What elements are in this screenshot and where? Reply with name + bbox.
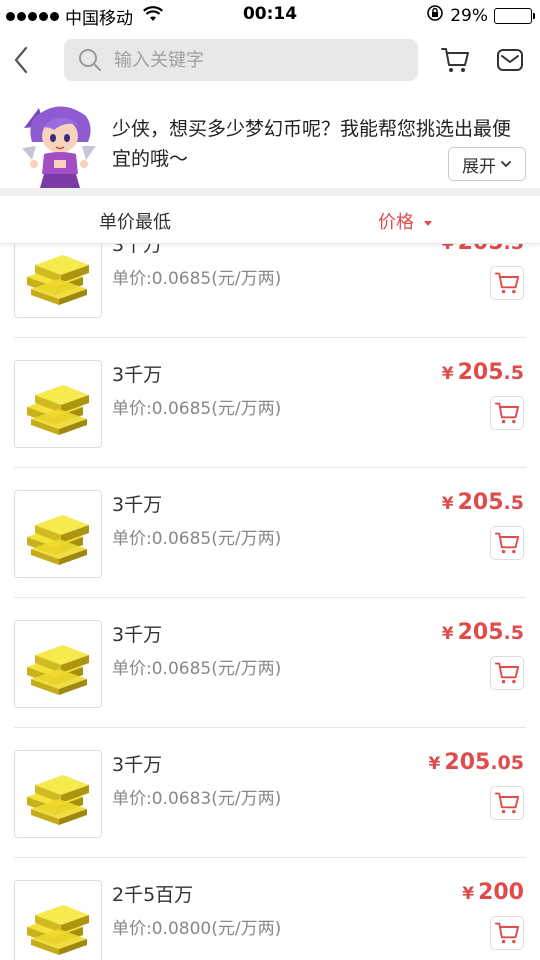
gold-bars-icon xyxy=(27,385,89,435)
listing-price: ¥205.5 xyxy=(442,490,524,515)
battery-percent: 29% xyxy=(450,5,488,26)
listing-thumbnail xyxy=(14,490,102,578)
gold-bars-icon xyxy=(27,645,89,695)
sort-unit-price[interactable]: 单价最低 xyxy=(0,208,270,234)
listing-thumbnail xyxy=(14,360,102,448)
search-bar[interactable] xyxy=(64,39,418,81)
price-integer: 205 xyxy=(458,244,504,255)
listing-price: ¥200 xyxy=(462,880,524,905)
status-right: 29% xyxy=(426,4,535,27)
listing-item[interactable]: 3千万 单价:0.0685(元/万两) ¥205.5 xyxy=(0,338,540,468)
currency-symbol: ¥ xyxy=(441,494,454,514)
listing-amount: 2千5百万 xyxy=(112,884,194,906)
listing-item[interactable]: 3千万 单价:0.0683(元/万两) ¥205.05 xyxy=(0,728,540,858)
currency-symbol: ¥ xyxy=(462,884,475,904)
price-decimal: .5 xyxy=(503,362,524,384)
listing-price: ¥205.5 xyxy=(442,244,524,255)
listing-thumbnail xyxy=(14,880,102,960)
price-integer: 205 xyxy=(457,490,504,515)
add-to-cart-button[interactable] xyxy=(490,396,524,430)
listing-item[interactable]: 2千5百万 单价:0.0800(元/万两) ¥200 xyxy=(0,858,540,960)
price-decimal: .5 xyxy=(504,244,524,254)
chevron-left-icon xyxy=(14,46,28,74)
cart-icon xyxy=(494,402,520,424)
add-to-cart-button[interactable] xyxy=(490,526,524,560)
listing-unit-price: 单价:0.0685(元/万两) xyxy=(112,529,282,549)
listing-price: ¥205.5 xyxy=(442,620,524,645)
status-bar: 中国移动 00:14 29% xyxy=(0,0,540,30)
currency-symbol: ¥ xyxy=(441,244,454,254)
listing-thumbnail xyxy=(14,620,102,708)
listing-list: 3千万 单价:0.0685(元/万两) ¥205.5 xyxy=(0,244,540,960)
currency-symbol: ¥ xyxy=(428,754,441,774)
gold-bars-icon xyxy=(27,515,89,565)
cart-icon xyxy=(494,662,520,684)
cart-button[interactable] xyxy=(440,46,470,78)
message-button[interactable] xyxy=(496,47,524,77)
assistant-banner: 少侠，想买多少梦幻币呢？我能帮您挑选出最便宜的哦～ 展开 xyxy=(0,92,540,194)
expand-label: 展开 xyxy=(462,156,496,177)
sort-bar: 单价最低 价格 xyxy=(0,196,540,244)
price-integer: 205 xyxy=(457,360,504,385)
add-to-cart-button[interactable] xyxy=(490,786,524,820)
gold-bars-icon xyxy=(27,905,89,955)
add-to-cart-button[interactable] xyxy=(490,916,524,950)
listing-unit-price: 单价:0.0685(元/万两) xyxy=(112,399,282,419)
listing-amount: 3千万 xyxy=(112,494,163,516)
currency-symbol: ¥ xyxy=(441,364,454,384)
sort-price[interactable]: 价格 xyxy=(270,208,540,234)
listing-unit-price: 单价:0.0800(元/万两) xyxy=(112,919,282,939)
assistant-avatar xyxy=(14,98,104,188)
listing-unit-price: 单价:0.0685(元/万两) xyxy=(112,269,282,289)
back-button[interactable] xyxy=(10,44,34,76)
listing-price: ¥205.5 xyxy=(442,360,524,385)
gold-bars-icon xyxy=(27,775,89,825)
listing-amount: 3千万 xyxy=(112,364,163,386)
add-to-cart-button[interactable] xyxy=(490,266,524,300)
cart-icon xyxy=(494,532,520,554)
section-divider xyxy=(0,188,540,196)
price-decimal: .5 xyxy=(503,492,524,514)
rotation-lock-icon xyxy=(426,4,444,27)
price-integer: 205 xyxy=(444,750,491,775)
currency-symbol: ¥ xyxy=(441,624,454,644)
nav-bar xyxy=(0,30,540,92)
listing-item[interactable]: 3千万 单价:0.0685(元/万两) ¥205.5 xyxy=(0,468,540,598)
listing-amount: 3千万 xyxy=(112,754,163,776)
expand-button[interactable]: 展开 xyxy=(448,147,526,181)
price-integer: 205 xyxy=(457,620,504,645)
listing-thumbnail xyxy=(14,750,102,838)
listing-unit-price: 单价:0.0685(元/万两) xyxy=(112,659,282,679)
listing-unit-price: 单价:0.0683(元/万两) xyxy=(112,789,282,809)
battery-icon xyxy=(494,7,535,24)
mail-icon xyxy=(497,49,523,71)
price-decimal: .5 xyxy=(503,622,524,644)
listing-item[interactable]: 3千万 单价:0.0685(元/万两) ¥205.5 xyxy=(0,244,540,338)
cart-icon xyxy=(494,272,520,294)
price-decimal: .05 xyxy=(490,752,524,774)
listing-thumbnail xyxy=(14,244,102,318)
chevron-down-icon xyxy=(501,161,511,168)
sort-desc-icon xyxy=(424,220,432,226)
listing-amount: 3千万 xyxy=(112,624,163,646)
cart-icon xyxy=(441,48,469,72)
listing-item[interactable]: 3千万 单价:0.0685(元/万两) ¥205.5 xyxy=(0,598,540,728)
sort-unit-price-label: 单价最低 xyxy=(99,212,171,233)
sort-price-label: 价格 xyxy=(378,212,414,233)
search-input[interactable] xyxy=(114,49,384,71)
search-icon xyxy=(79,49,101,71)
gold-bars-icon xyxy=(27,255,89,305)
cart-icon xyxy=(494,792,520,814)
price-integer: 200 xyxy=(478,880,524,905)
listing-amount: 3千万 xyxy=(112,244,163,256)
cart-icon xyxy=(494,922,520,944)
add-to-cart-button[interactable] xyxy=(490,656,524,690)
listing-items: 3千万 单价:0.0685(元/万两) ¥205.5 xyxy=(0,244,540,960)
listing-price: ¥205.05 xyxy=(429,750,524,775)
